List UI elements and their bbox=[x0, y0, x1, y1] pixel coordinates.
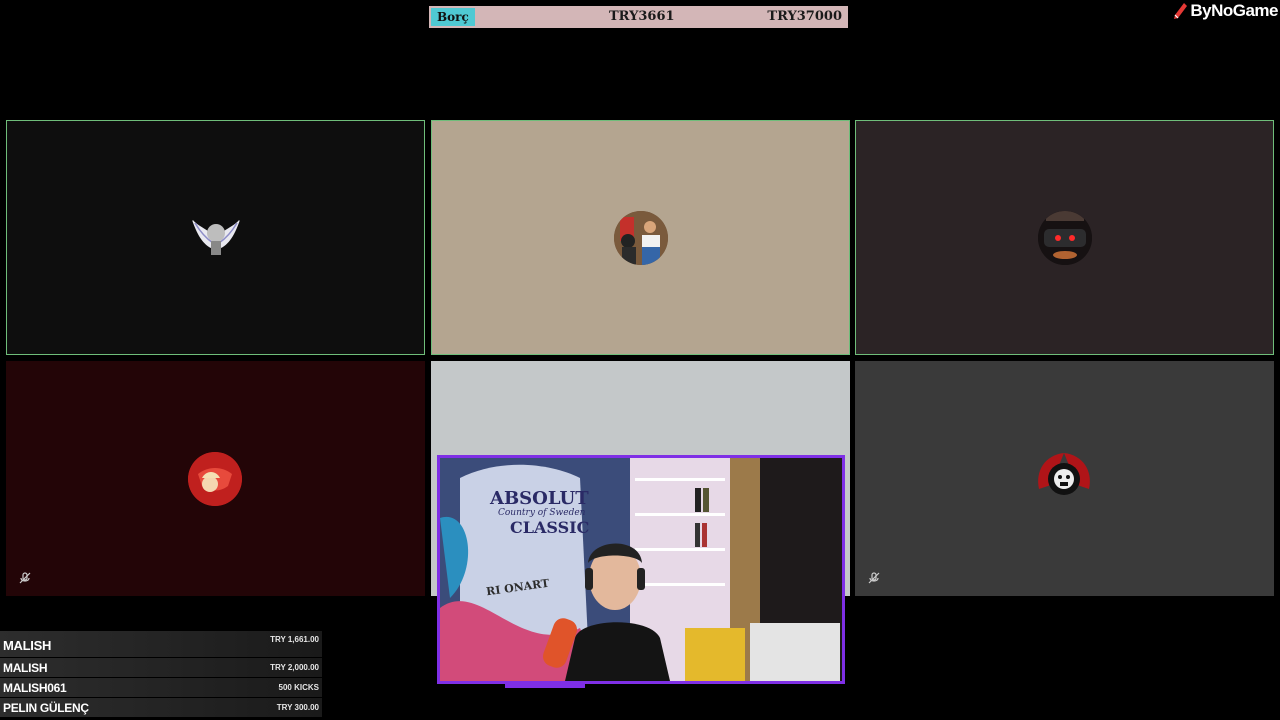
pencil-icon bbox=[1174, 3, 1188, 19]
skull-wings-avatar-icon bbox=[1031, 445, 1097, 511]
donation-row: MALISH TRY 1,661.00 bbox=[0, 631, 322, 657]
brand-name: ByNoGame bbox=[1190, 1, 1278, 20]
donor-name: PELIN GÜLENÇ bbox=[3, 700, 89, 715]
donation-row: MALISH TRY 2,000.00 bbox=[0, 658, 322, 677]
participant-tile-4[interactable] bbox=[6, 361, 425, 596]
red-figure-avatar-icon bbox=[188, 452, 242, 506]
winged-avatar-icon bbox=[189, 207, 243, 261]
participant-tile-6[interactable] bbox=[855, 361, 1274, 596]
poster-line-3: CLASSIC bbox=[510, 518, 590, 537]
donation-row: PELIN GÜLENÇ TRY 300.00 bbox=[0, 698, 322, 717]
donation-amount: 500 KICKS bbox=[278, 683, 319, 692]
donation-list: MALISH TRY 1,661.00 MALISH TRY 2,000.00 … bbox=[0, 631, 322, 718]
poster-line-2: Country of Sweden bbox=[498, 508, 586, 518]
car-avatar-icon bbox=[1038, 211, 1092, 265]
participant-tile-2[interactable] bbox=[431, 120, 850, 355]
participant-tile-1[interactable] bbox=[6, 120, 425, 355]
donor-name: MALISH061 bbox=[3, 680, 67, 695]
debt-label: Borç bbox=[431, 8, 475, 26]
webcam-accent-bar bbox=[505, 682, 585, 688]
donor-name: MALISH bbox=[3, 638, 52, 653]
debt-current-amount: TRY3661 bbox=[609, 9, 675, 24]
participant-tile-3[interactable] bbox=[855, 120, 1274, 355]
donor-name: MALISH bbox=[3, 660, 48, 675]
debt-goal-amount: TRY37000 bbox=[767, 9, 842, 24]
debt-goal-bar: Borç TRY3661 TRY37000 bbox=[429, 6, 848, 28]
poster-line-1: ABSOLUT bbox=[490, 488, 589, 509]
donation-amount: TRY 1,661.00 bbox=[270, 635, 319, 644]
donation-row: MALISH061 500 KICKS bbox=[0, 678, 322, 697]
donation-amount: TRY 2,000.00 bbox=[270, 663, 319, 672]
streamer-webcam: ABSOLUT Country of Sweden CLASSIC RI ONA… bbox=[437, 455, 845, 684]
mic-muted-icon bbox=[868, 572, 880, 584]
photo-avatar-icon bbox=[614, 211, 668, 265]
donation-amount: TRY 300.00 bbox=[276, 703, 319, 712]
brand-logo: ByNoGame bbox=[1172, 1, 1278, 21]
mic-muted-icon bbox=[19, 572, 31, 584]
